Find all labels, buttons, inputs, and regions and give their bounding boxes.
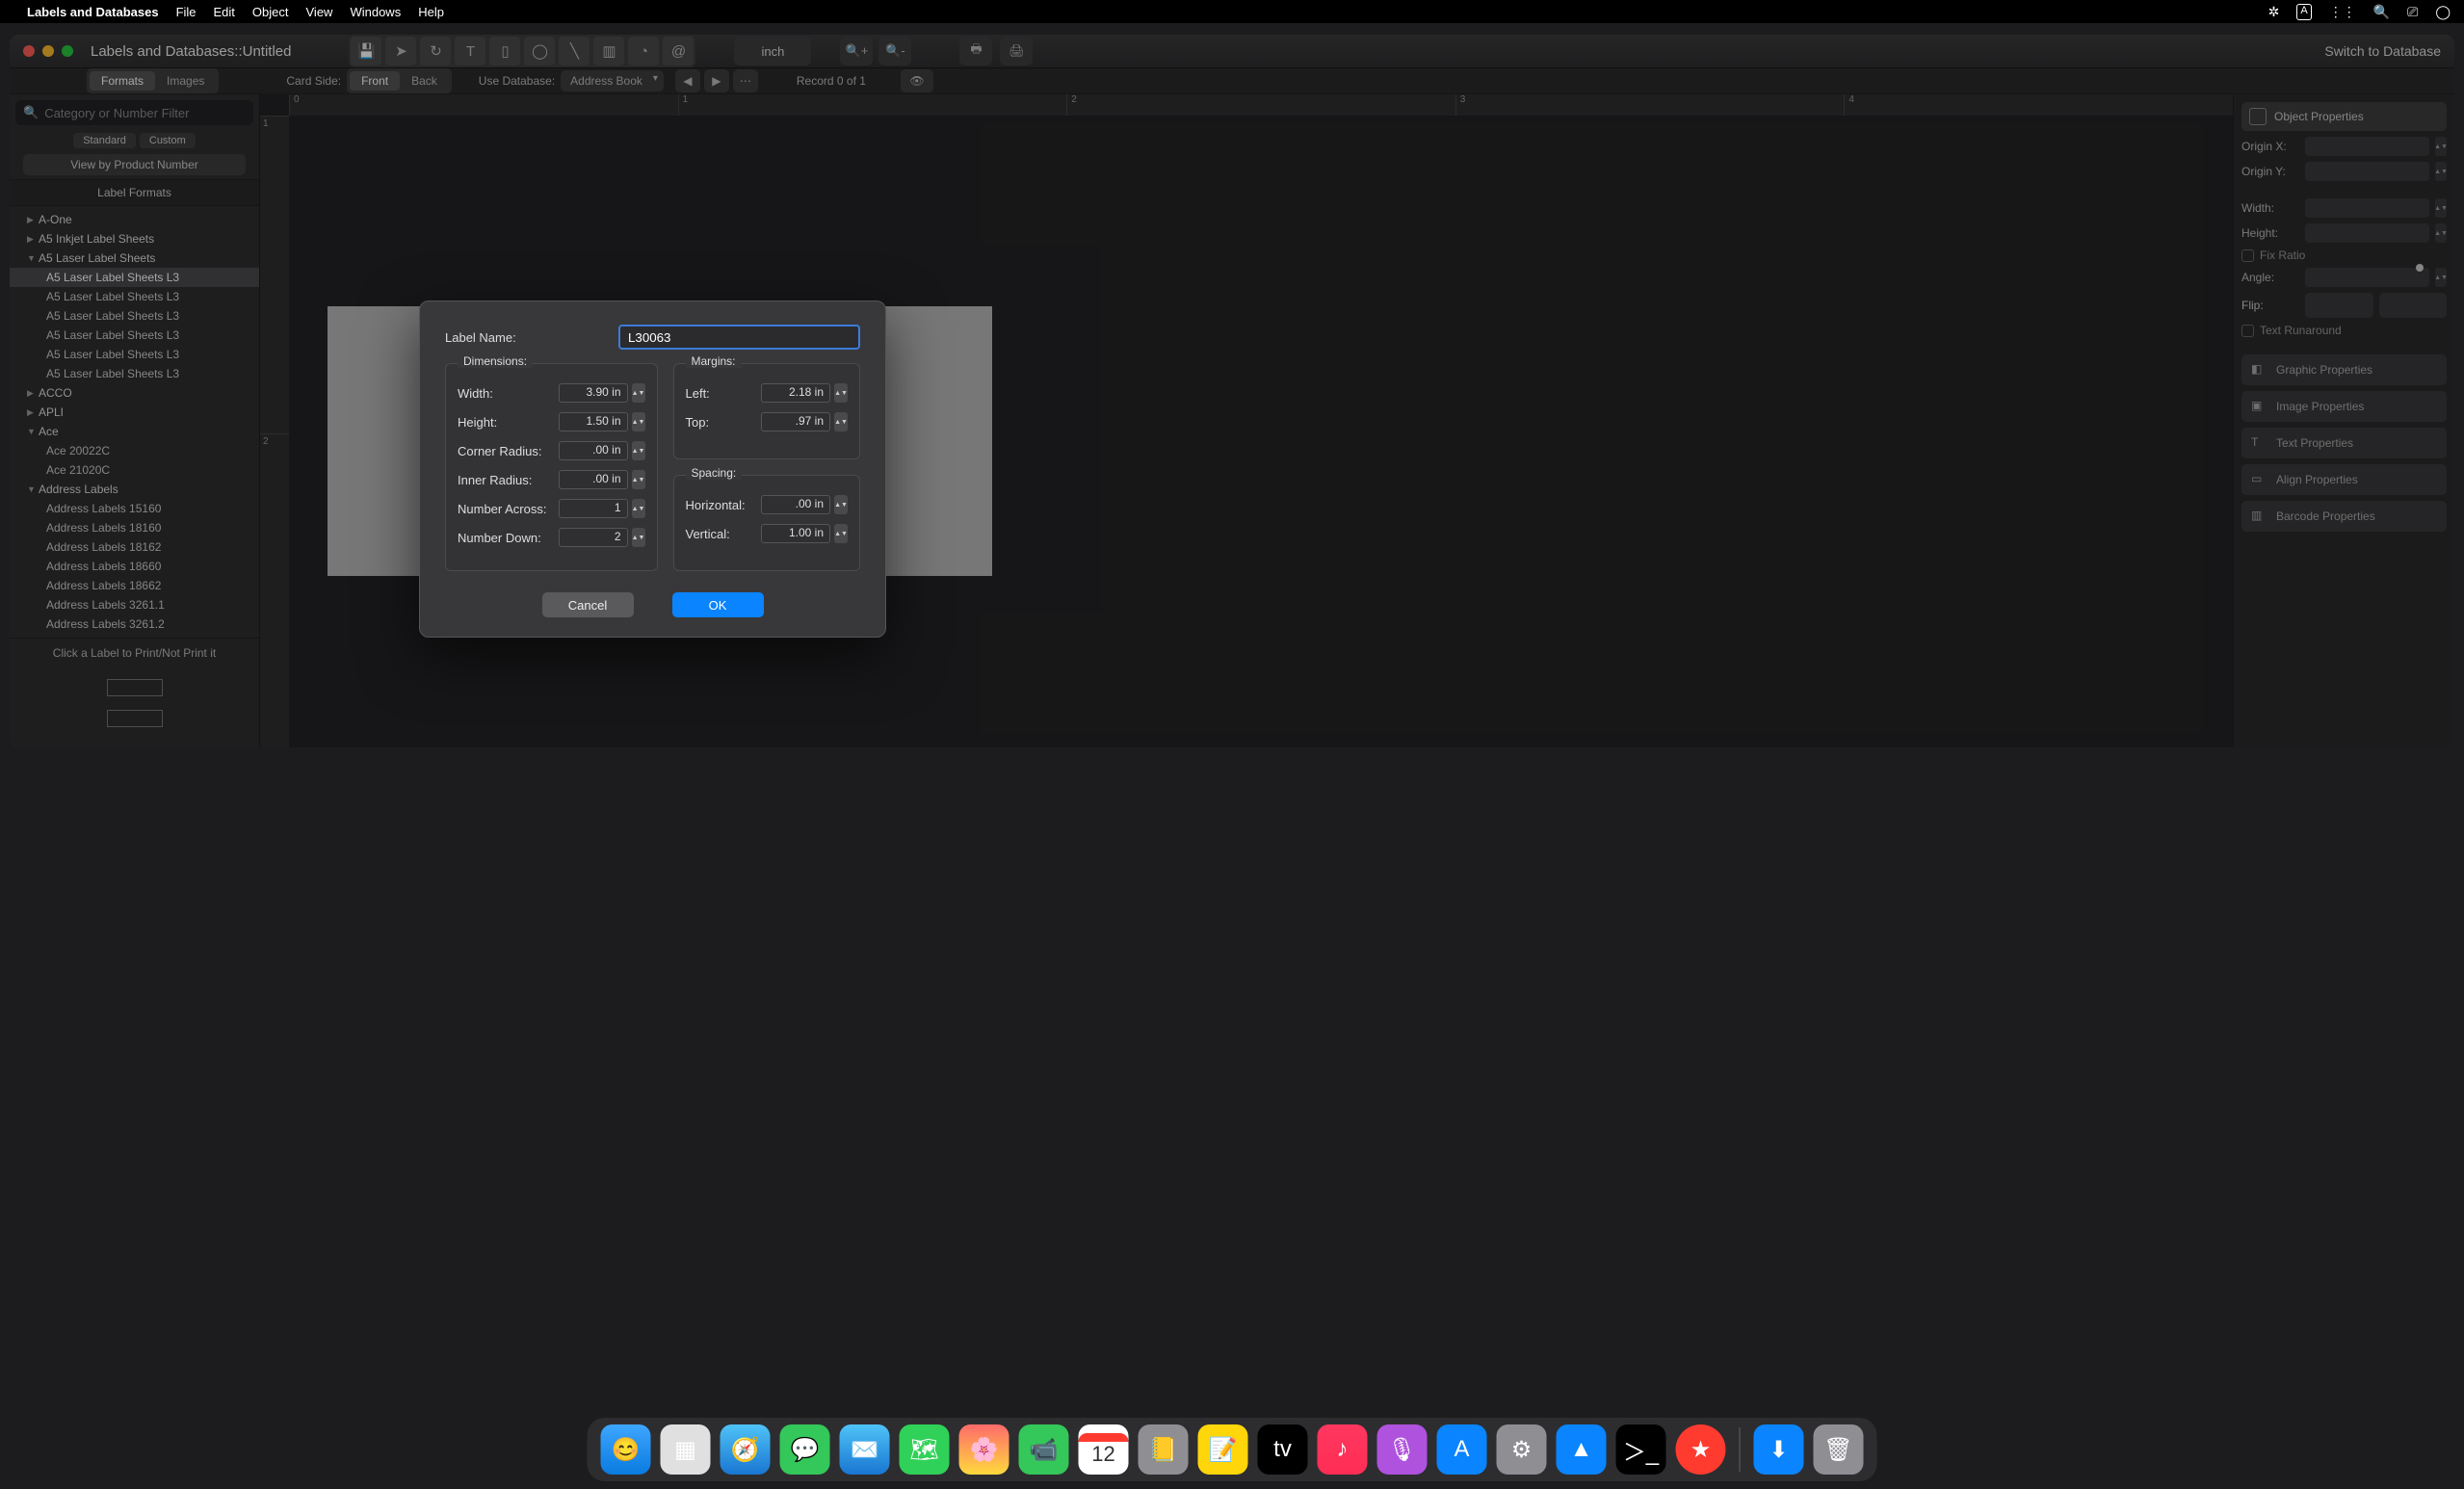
- corner-radius-field[interactable]: .00 in: [559, 441, 628, 460]
- dim-height-label: Height:: [458, 415, 559, 430]
- number-across-stepper[interactable]: ▲▼: [632, 499, 645, 518]
- dock-photos-icon[interactable]: 🌸: [959, 1424, 1009, 1475]
- dock-tv-icon[interactable]: tv: [1258, 1424, 1308, 1475]
- inner-radius-stepper[interactable]: ▲▼: [632, 470, 645, 489]
- margins-title: Margins:: [686, 354, 742, 368]
- margin-left-field[interactable]: 2.18 in: [761, 383, 830, 403]
- ok-button[interactable]: OK: [672, 592, 764, 617]
- dock-notes-icon[interactable]: 📝: [1198, 1424, 1248, 1475]
- margin-left-label: Left:: [686, 386, 762, 401]
- app-menu[interactable]: Labels and Databases: [27, 5, 159, 19]
- siri-icon[interactable]: ◯: [2435, 4, 2451, 20]
- spacing-title: Spacing:: [686, 466, 743, 480]
- cancel-button[interactable]: Cancel: [542, 592, 634, 617]
- dim-height-stepper[interactable]: ▲▼: [632, 412, 645, 431]
- modal-backdrop: [10, 35, 2454, 747]
- inner-radius-label: Inner Radius:: [458, 473, 559, 487]
- label-name-label: Label Name:: [445, 330, 618, 345]
- document-window: Labels and Databases::Untitled 💾 ➤ ↻ T ▯…: [10, 35, 2454, 747]
- dimensions-title: Dimensions:: [458, 354, 533, 368]
- spacing-vertical-stepper[interactable]: ▲▼: [834, 524, 848, 543]
- dock-appstore-icon[interactable]: A: [1437, 1424, 1487, 1475]
- dim-width-field[interactable]: 3.90 in: [559, 383, 628, 403]
- spacing-horizontal-stepper[interactable]: ▲▼: [834, 495, 848, 514]
- wifi-icon[interactable]: ⋮⋮: [2329, 4, 2356, 20]
- dock-labelsdb-icon[interactable]: ★: [1676, 1424, 1726, 1475]
- dim-height-field[interactable]: 1.50 in: [559, 412, 628, 431]
- dock-calendar-icon[interactable]: 12: [1079, 1424, 1129, 1475]
- spacing-vertical-field[interactable]: 1.00 in: [761, 524, 830, 543]
- dim-width-label: Width:: [458, 386, 559, 401]
- dock-safari-icon[interactable]: 🧭: [721, 1424, 771, 1475]
- spacing-section: Spacing: Horizontal:.00 in▲▼ Vertical:1.…: [673, 475, 861, 571]
- menu-edit[interactable]: Edit: [214, 5, 235, 19]
- dock-facetime-icon[interactable]: 📹: [1019, 1424, 1069, 1475]
- margin-left-stepper[interactable]: ▲▼: [834, 383, 848, 403]
- menu-view[interactable]: View: [306, 5, 333, 19]
- dimensions-section: Dimensions: Width:3.90 in▲▼ Height:1.50 …: [445, 363, 658, 571]
- dock-mail-icon[interactable]: ✉️: [840, 1424, 890, 1475]
- spacing-vertical-label: Vertical:: [686, 527, 762, 541]
- menu-extra-icon[interactable]: ✲: [2268, 4, 2280, 20]
- margins-section: Margins: Left:2.18 in▲▼ Top:.97 in▲▼: [673, 363, 861, 459]
- dim-width-stepper[interactable]: ▲▼: [632, 383, 645, 403]
- menu-file[interactable]: File: [176, 5, 197, 19]
- inner-radius-field[interactable]: .00 in: [559, 470, 628, 489]
- number-across-field[interactable]: 1: [559, 499, 628, 518]
- label-name-input[interactable]: [618, 325, 860, 350]
- dock-trash-icon[interactable]: 🗑: [1814, 1424, 1864, 1475]
- number-down-stepper[interactable]: ▲▼: [632, 528, 645, 547]
- dock-messages-icon[interactable]: 💬: [780, 1424, 830, 1475]
- dock-maps-icon[interactable]: 🗺: [900, 1424, 950, 1475]
- dock-app-icon[interactable]: ▲: [1557, 1424, 1607, 1475]
- dock-contacts-icon[interactable]: 📒: [1139, 1424, 1189, 1475]
- number-down-field[interactable]: 2: [559, 528, 628, 547]
- margin-top-label: Top:: [686, 415, 762, 430]
- spacing-horizontal-field[interactable]: .00 in: [761, 495, 830, 514]
- dock-separator: [1740, 1427, 1741, 1472]
- corner-radius-stepper[interactable]: ▲▼: [632, 441, 645, 460]
- margin-top-field[interactable]: .97 in: [761, 412, 830, 431]
- spotlight-icon[interactable]: 🔍: [2373, 4, 2390, 20]
- dock-launchpad-icon[interactable]: ▦: [661, 1424, 711, 1475]
- label-settings-dialog: Label Name: Dimensions: Width:3.90 in▲▼ …: [419, 300, 886, 638]
- number-down-label: Number Down:: [458, 531, 559, 545]
- control-center-icon[interactable]: ⎚: [2407, 4, 2418, 20]
- margin-top-stepper[interactable]: ▲▼: [834, 412, 848, 431]
- menu-object[interactable]: Object: [252, 5, 289, 19]
- menu-windows[interactable]: Windows: [350, 5, 401, 19]
- spacing-horizontal-label: Horizontal:: [686, 498, 762, 512]
- dock-podcasts-icon[interactable]: 🎙: [1377, 1424, 1428, 1475]
- menu-help[interactable]: Help: [418, 5, 444, 19]
- input-source-icon[interactable]: A: [2296, 4, 2311, 20]
- corner-radius-label: Corner Radius:: [458, 444, 559, 458]
- dock-settings-icon[interactable]: ⚙: [1497, 1424, 1547, 1475]
- dock-music-icon[interactable]: ♪: [1318, 1424, 1368, 1475]
- number-across-label: Number Across:: [458, 502, 559, 516]
- macos-dock: 😊 ▦ 🧭 💬 ✉️ 🗺 🌸 📹 12 📒 📝 tv ♪ 🎙 A ⚙ ▲ ＞_ …: [588, 1418, 1877, 1481]
- dock-finder-icon[interactable]: 😊: [601, 1424, 651, 1475]
- dock-downloads-icon[interactable]: ⬇: [1754, 1424, 1804, 1475]
- dock-terminal-icon[interactable]: ＞_: [1616, 1424, 1666, 1475]
- macos-menubar: Labels and Databases File Edit Object Vi…: [0, 0, 2464, 23]
